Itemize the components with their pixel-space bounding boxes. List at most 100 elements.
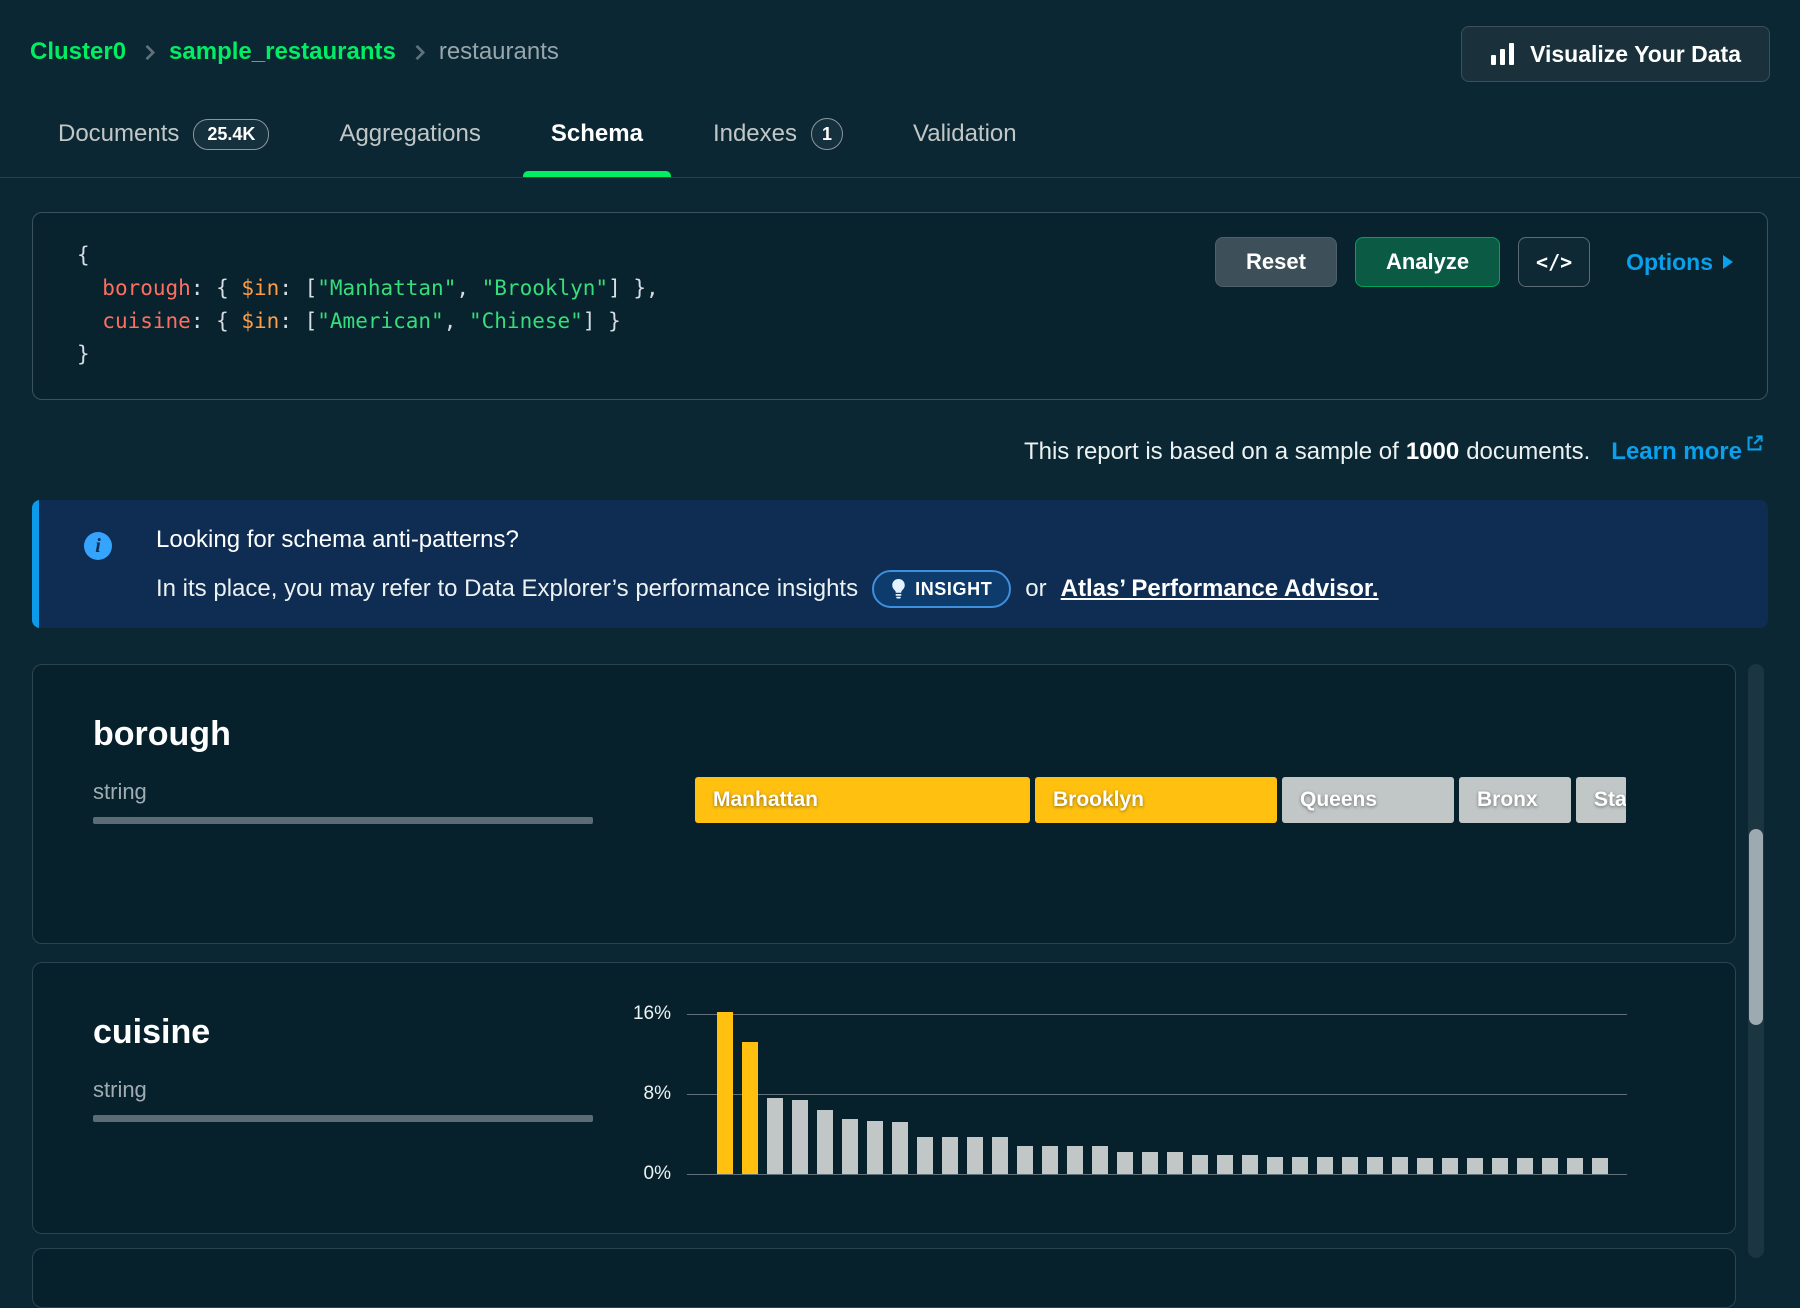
cuisine-bar-36[interactable]: [1592, 1158, 1608, 1174]
segment-queens[interactable]: Queens: [1282, 777, 1454, 823]
cuisine-bar-8[interactable]: [892, 1122, 908, 1174]
insight-badge-label: INSIGHT: [915, 579, 992, 600]
tab-documents[interactable]: Documents 25.4K: [58, 118, 269, 176]
cuisine-bar-19[interactable]: [1167, 1152, 1183, 1174]
field-name-borough: borough: [93, 715, 231, 754]
cuisine-bars: [717, 1014, 1608, 1174]
cuisine-bar-26[interactable]: [1342, 1157, 1358, 1174]
caret-right-icon: [1723, 255, 1733, 269]
tab-schema-label: Schema: [551, 120, 643, 148]
learn-more-label: Learn more: [1611, 438, 1742, 466]
cuisine-bar-1[interactable]: [717, 1012, 733, 1174]
cuisine-bar-35[interactable]: [1567, 1158, 1583, 1174]
breadcrumb-cluster[interactable]: Cluster0: [30, 38, 126, 66]
cuisine-bar-24[interactable]: [1292, 1157, 1308, 1174]
cuisine-bar-20[interactable]: [1192, 1155, 1208, 1174]
query-bar: { borough: { $in: ["Manhattan", "Brookly…: [32, 212, 1768, 400]
cuisine-bar-6[interactable]: [842, 1119, 858, 1174]
tab-indexes[interactable]: Indexes 1: [713, 118, 843, 176]
cuisine-bar-5[interactable]: [817, 1110, 833, 1174]
indexes-count-badge: 1: [811, 118, 843, 150]
visualize-data-button[interactable]: Visualize Your Data: [1461, 26, 1770, 82]
banner-title: Looking for schema anti-patterns?: [156, 526, 1379, 554]
cuisine-bar-25[interactable]: [1317, 1157, 1333, 1174]
cuisine-bar-17[interactable]: [1117, 1152, 1133, 1174]
segment-label: Bronx: [1459, 788, 1538, 812]
cuisine-bar-9[interactable]: [917, 1137, 933, 1174]
performance-advisor-link[interactable]: Atlas’ Performance Advisor.: [1061, 575, 1379, 603]
sample-note-prefix: This report is based on a sample of: [1024, 438, 1399, 466]
cuisine-bar-14[interactable]: [1042, 1146, 1058, 1174]
cuisine-bar-2[interactable]: [742, 1042, 758, 1174]
cuisine-bar-16[interactable]: [1092, 1146, 1108, 1174]
tab-aggregations[interactable]: Aggregations: [339, 118, 480, 176]
y-axis-label-8: 8%: [609, 1083, 671, 1105]
scrollbar-thumb[interactable]: [1749, 829, 1763, 1025]
query-actions: Reset Analyze </> Options: [1215, 237, 1739, 287]
segment-manhattan[interactable]: Manhattan: [695, 777, 1030, 823]
cuisine-bar-29[interactable]: [1417, 1158, 1433, 1174]
cuisine-bar-34[interactable]: [1542, 1158, 1558, 1174]
segment-label: Manhattan: [695, 788, 818, 812]
field-type-cuisine[interactable]: string: [93, 1077, 147, 1103]
tabs-divider: [0, 177, 1800, 178]
tab-documents-label: Documents: [58, 120, 179, 148]
tab-validation[interactable]: Validation: [913, 118, 1017, 176]
segment-label: Staten Island: [1576, 788, 1626, 812]
cuisine-bar-4[interactable]: [792, 1100, 808, 1174]
y-axis-label-16: 16%: [609, 1003, 671, 1025]
cuisine-bar-23[interactable]: [1267, 1157, 1283, 1174]
cuisine-bar-10[interactable]: [942, 1137, 958, 1174]
tab-schema[interactable]: Schema: [551, 118, 643, 176]
chevron-right-icon: [410, 44, 426, 60]
cuisine-bar-22[interactable]: [1242, 1155, 1258, 1174]
insight-badge[interactable]: INSIGHT: [872, 570, 1011, 608]
query-code[interactable]: { borough: { $in: ["Manhattan", "Brookly…: [77, 239, 659, 371]
banner-text: Looking for schema anti-patterns? In its…: [156, 526, 1379, 608]
tab-bar: Documents 25.4K Aggregations Schema Inde…: [58, 118, 1017, 176]
cuisine-bar-13[interactable]: [1017, 1146, 1033, 1174]
y-axis-label-0: 0%: [609, 1163, 671, 1185]
breadcrumb: Cluster0 sample_restaurants restaurants: [30, 38, 559, 66]
segment-brooklyn[interactable]: Brooklyn: [1035, 777, 1277, 823]
segment-bronx[interactable]: Bronx: [1459, 777, 1571, 823]
cuisine-bar-30[interactable]: [1442, 1158, 1458, 1174]
cuisine-bar-21[interactable]: [1217, 1155, 1233, 1174]
type-distribution-bar: [93, 817, 593, 824]
cuisine-bar-28[interactable]: [1392, 1157, 1408, 1174]
cuisine-bar-11[interactable]: [967, 1137, 983, 1174]
cuisine-bar-7[interactable]: [867, 1121, 883, 1174]
field-type-borough[interactable]: string: [93, 779, 147, 805]
banner-body-line: In its place, you may refer to Data Expl…: [156, 570, 1379, 608]
segment-label: Queens: [1282, 788, 1377, 812]
external-link-icon: [1745, 434, 1764, 453]
schema-field-borough: borough string Manhattan Brooklyn Queens Br…: [32, 664, 1736, 944]
sample-count: 1000: [1406, 438, 1459, 466]
cuisine-bar-chart: 16% 8% 0%: [687, 1014, 1627, 1175]
banner-body: In its place, you may refer to Data Expl…: [156, 575, 858, 603]
cuisine-bar-32[interactable]: [1492, 1158, 1508, 1174]
learn-more-link[interactable]: Learn more: [1611, 438, 1764, 466]
cuisine-bar-3[interactable]: [767, 1098, 783, 1174]
reset-button[interactable]: Reset: [1215, 237, 1337, 287]
cuisine-bar-18[interactable]: [1142, 1152, 1158, 1174]
analyze-button[interactable]: Analyze: [1355, 237, 1500, 287]
next-field-card-partial: [32, 1248, 1736, 1308]
cuisine-bar-33[interactable]: [1517, 1158, 1533, 1174]
cuisine-bar-15[interactable]: [1067, 1146, 1083, 1174]
options-label: Options: [1626, 249, 1713, 276]
cuisine-bar-31[interactable]: [1467, 1158, 1483, 1174]
options-button[interactable]: Options: [1620, 248, 1739, 277]
scrollbar[interactable]: [1748, 664, 1764, 1258]
tab-indexes-label: Indexes: [713, 120, 797, 148]
sample-note-suffix: documents.: [1466, 438, 1590, 466]
code-toggle-button[interactable]: </>: [1518, 237, 1590, 287]
code-icon: </>: [1536, 250, 1572, 274]
breadcrumb-database[interactable]: sample_restaurants: [169, 38, 396, 66]
cuisine-bar-27[interactable]: [1367, 1157, 1383, 1174]
segment-staten-island[interactable]: Staten Island: [1576, 777, 1626, 823]
cuisine-bar-12[interactable]: [992, 1137, 1008, 1174]
segment-label: Brooklyn: [1035, 788, 1144, 812]
breadcrumb-collection: restaurants: [439, 38, 559, 66]
chevron-right-icon: [140, 44, 156, 60]
